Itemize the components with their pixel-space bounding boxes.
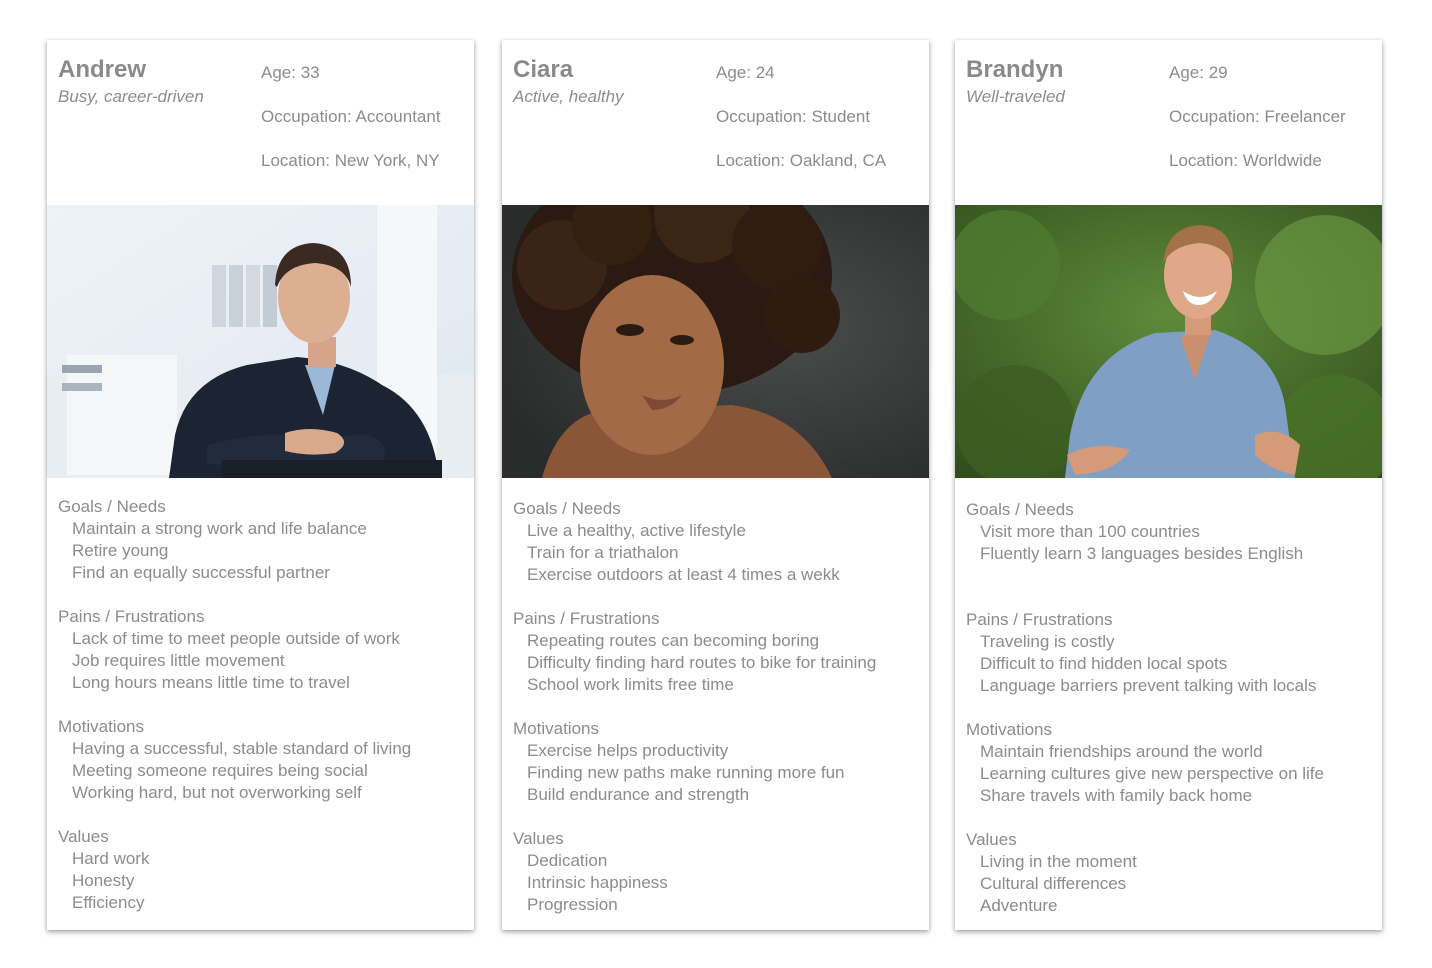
value-item: Living in the moment <box>980 852 1137 871</box>
pain-item: Repeating routes can becoming boring <box>527 631 820 650</box>
value-item: Adventure <box>980 896 1058 915</box>
value-item: Efficiency <box>72 893 145 912</box>
goals-title: Goals / Needs <box>58 497 166 516</box>
motivation-item: Exercise helps productivity <box>527 741 729 760</box>
persona-header: Ciara Active, healthy Age: 24 Occupation… <box>502 40 929 205</box>
motivation-item: Share travels with family back home <box>980 786 1253 805</box>
persona-details: Goals / Needs Maintain a strong work and… <box>58 496 468 930</box>
goal-item: Maintain a strong work and life balance <box>72 519 367 538</box>
pain-item: Traveling is costly <box>980 632 1115 651</box>
persona-location: Location: New York, NY <box>261 151 440 170</box>
values-section: Values Living in the moment Cultural dif… <box>966 829 1376 917</box>
pains-title: Pains / Frustrations <box>58 607 205 626</box>
values-title: Values <box>513 829 564 848</box>
persona-card-brandyn: Brandyn Well-traveled Age: 29 Occupation… <box>955 40 1382 930</box>
persona-photo <box>955 205 1382 478</box>
value-item: Dedication <box>527 851 608 870</box>
persona-age: Age: 33 <box>261 63 320 82</box>
goal-item: Retire young <box>72 541 169 560</box>
pains-section: Pains / Frustrations Repeating routes ca… <box>513 608 923 696</box>
persona-age: Age: 29 <box>1169 63 1228 82</box>
goal-item: Fluently learn 3 languages besides Engli… <box>980 544 1304 563</box>
motivation-item: Build endurance and strength <box>527 785 750 804</box>
pains-title: Pains / Frustrations <box>513 609 660 628</box>
goals-title: Goals / Needs <box>966 500 1074 519</box>
motivation-item: Finding new paths make running more fun <box>527 763 845 782</box>
motivations-title: Motivations <box>58 717 144 736</box>
persona-details: Goals / Needs Live a healthy, active lif… <box>513 498 923 930</box>
persona-header: Brandyn Well-traveled Age: 29 Occupation… <box>955 40 1382 205</box>
persona-card-andrew: Andrew Busy, career-driven Age: 33 Occup… <box>47 40 474 930</box>
motivations-section: Motivations Maintain friendships around … <box>966 719 1376 807</box>
pain-item: Difficult to find hidden local spots <box>980 654 1228 673</box>
persona-name: Ciara <box>513 56 574 83</box>
pain-item: Lack of time to meet people outside of w… <box>72 629 400 648</box>
persona-facts: Age: 24 Occupation: Student Location: Oa… <box>716 62 886 194</box>
value-item: Intrinsic happiness <box>527 873 668 892</box>
motivation-item: Learning cultures give new perspective o… <box>980 764 1324 783</box>
goals-section: Goals / Needs Live a healthy, active lif… <box>513 498 923 586</box>
persona-location: Location: Oakland, CA <box>716 151 887 170</box>
value-item: Honesty <box>72 871 135 890</box>
goal-item: Find an equally successful partner <box>72 563 330 582</box>
persona-name: Brandyn <box>966 56 1064 83</box>
pain-item: Language barriers prevent talking with l… <box>980 676 1317 695</box>
pains-section: Pains / Frustrations Lack of time to mee… <box>58 606 468 694</box>
motivation-item: Meeting someone requires being social <box>72 761 368 780</box>
pain-item: School work limits free time <box>527 675 734 694</box>
values-title: Values <box>966 830 1017 849</box>
motivations-section: Motivations Exercise helps productivity … <box>513 718 923 806</box>
goal-item: Visit more than 100 countries <box>980 522 1200 541</box>
persona-tagline: Well-traveled <box>966 87 1065 106</box>
persona-occupation: Occupation: Freelancer <box>1169 107 1346 126</box>
persona-age: Age: 24 <box>716 63 775 82</box>
persona-facts: Age: 33 Occupation: Accountant Location:… <box>261 62 441 194</box>
value-item: Hard work <box>72 849 150 868</box>
motivations-section: Motivations Having a successful, stable … <box>58 716 468 804</box>
value-item: Cultural differences <box>980 874 1127 893</box>
pain-item: Job requires little movement <box>72 651 285 670</box>
values-title: Values <box>58 827 109 846</box>
persona-photo <box>502 205 929 478</box>
motivation-item: Working hard, but not overworking self <box>72 783 362 802</box>
values-section: Values Dedication Intrinsic happiness Pr… <box>513 828 923 916</box>
pain-item: Difficulty finding hard routes to bike f… <box>527 653 877 672</box>
motivations-title: Motivations <box>513 719 599 738</box>
persona-location: Location: Worldwide <box>1169 151 1322 170</box>
goals-section: Goals / Needs Maintain a strong work and… <box>58 496 468 584</box>
pains-title: Pains / Frustrations <box>966 610 1113 629</box>
goal-item: Train for a triathalon <box>527 543 679 562</box>
goal-item: Live a healthy, active lifestyle <box>527 521 746 540</box>
persona-occupation: Occupation: Accountant <box>261 107 441 126</box>
pains-section: Pains / Frustrations Traveling is costly… <box>966 609 1376 697</box>
values-section: Values Hard work Honesty Efficiency <box>58 826 468 914</box>
goal-item: Exercise outdoors at least 4 times a wek… <box>527 565 840 584</box>
motivation-item: Having a successful, stable standard of … <box>72 739 412 758</box>
persona-tagline: Active, healthy <box>513 87 624 106</box>
motivation-item: Maintain friendships around the world <box>980 742 1263 761</box>
goals-section: Goals / Needs Visit more than 100 countr… <box>966 499 1376 587</box>
persona-details: Goals / Needs Visit more than 100 countr… <box>966 499 1376 930</box>
persona-name: Andrew <box>58 56 147 83</box>
pain-item: Long hours means little time to travel <box>72 673 350 692</box>
persona-header: Andrew Busy, career-driven Age: 33 Occup… <box>47 40 474 205</box>
persona-occupation: Occupation: Student <box>716 107 871 126</box>
goals-title: Goals / Needs <box>513 499 621 518</box>
persona-tagline: Busy, career-driven <box>58 87 204 106</box>
motivations-title: Motivations <box>966 720 1052 739</box>
value-item: Progression <box>527 895 618 914</box>
persona-card-ciara: Ciara Active, healthy Age: 24 Occupation… <box>502 40 929 930</box>
persona-photo <box>47 205 474 478</box>
goal-spacer <box>966 565 1376 587</box>
persona-facts: Age: 29 Occupation: Freelancer Location:… <box>1169 62 1346 194</box>
